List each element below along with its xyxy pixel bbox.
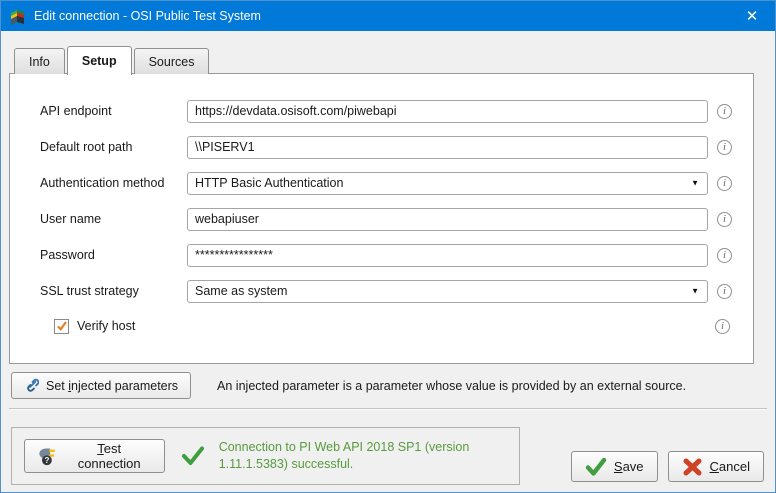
save-check-icon [585,457,607,477]
verify-host-checkbox[interactable] [54,319,69,334]
info-icon[interactable]: i [715,319,730,334]
info-icon[interactable]: i [717,176,732,191]
footer-separator [9,408,767,410]
api-endpoint-input[interactable] [187,100,708,123]
check-icon [56,320,68,332]
form-row: User name i [40,201,753,237]
test-connection-button[interactable]: ? Test connection [24,439,165,473]
form-row: SSL trust strategy Same as system ▼ i [40,273,753,309]
verify-host-row: Verify host i [40,309,753,343]
user-name-input[interactable] [187,208,708,231]
form-row: API endpoint i [40,93,753,129]
connection-status-text: Connection to PI Web API 2018 SP1 (versi… [219,439,507,473]
info-icon[interactable]: i [717,248,732,263]
titlebar: Edit connection - OSI Public Test System… [1,1,775,31]
close-icon: ✕ [746,7,759,25]
api-endpoint-label: API endpoint [40,104,187,118]
test-connection-group: ? Test connection Connection to PI Web A… [11,427,520,485]
app-icon [9,8,26,25]
injected-parameters-row: Set injected parameters An injected para… [11,372,765,399]
form-row: Default root path i [40,129,753,165]
password-input[interactable] [187,244,708,267]
user-name-label: User name [40,212,187,226]
link-icon [24,378,39,393]
chevron-down-icon: ▼ [691,179,699,188]
form-row: Authentication method HTTP Basic Authent… [40,165,753,201]
close-button[interactable]: ✕ [729,1,775,31]
setup-tab-panel: API endpoint i Default root path i Authe… [9,73,754,364]
chevron-down-icon: ▼ [691,287,699,296]
tab-setup[interactable]: Setup [67,46,132,75]
info-icon[interactable]: i [717,212,732,227]
edit-connection-dialog: Edit connection - OSI Public Test System… [0,0,776,493]
authentication-method-label: Authentication method [40,176,187,190]
default-root-path-label: Default root path [40,140,187,154]
success-check-icon [181,445,205,467]
ssl-trust-strategy-select[interactable]: Same as system ▼ [187,280,708,303]
verify-host-label: Verify host [77,319,135,333]
form-row: Password i [40,237,753,273]
info-icon[interactable]: i [717,104,732,119]
default-root-path-input[interactable] [187,136,708,159]
save-button[interactable]: Save [571,451,658,482]
info-icon[interactable]: i [717,140,732,155]
cancel-button[interactable]: Cancel [668,451,764,482]
cancel-x-icon [682,457,703,477]
injected-parameters-description: An injected parameter is a parameter who… [217,379,686,393]
info-icon[interactable]: i [717,284,732,299]
ssl-trust-strategy-label: SSL trust strategy [40,284,187,298]
window-title: Edit connection - OSI Public Test System [34,9,261,23]
tab-sources[interactable]: Sources [134,48,210,74]
tabstrip: Info Setup Sources [14,46,211,74]
action-buttons: Save Cancel [571,451,764,482]
password-label: Password [40,248,187,262]
plug-test-icon: ? [37,445,60,467]
svg-text:?: ? [44,456,49,465]
set-injected-parameters-button[interactable]: Set injected parameters [11,372,191,399]
tab-info[interactable]: Info [14,48,65,74]
authentication-method-select[interactable]: HTTP Basic Authentication ▼ [187,172,708,195]
